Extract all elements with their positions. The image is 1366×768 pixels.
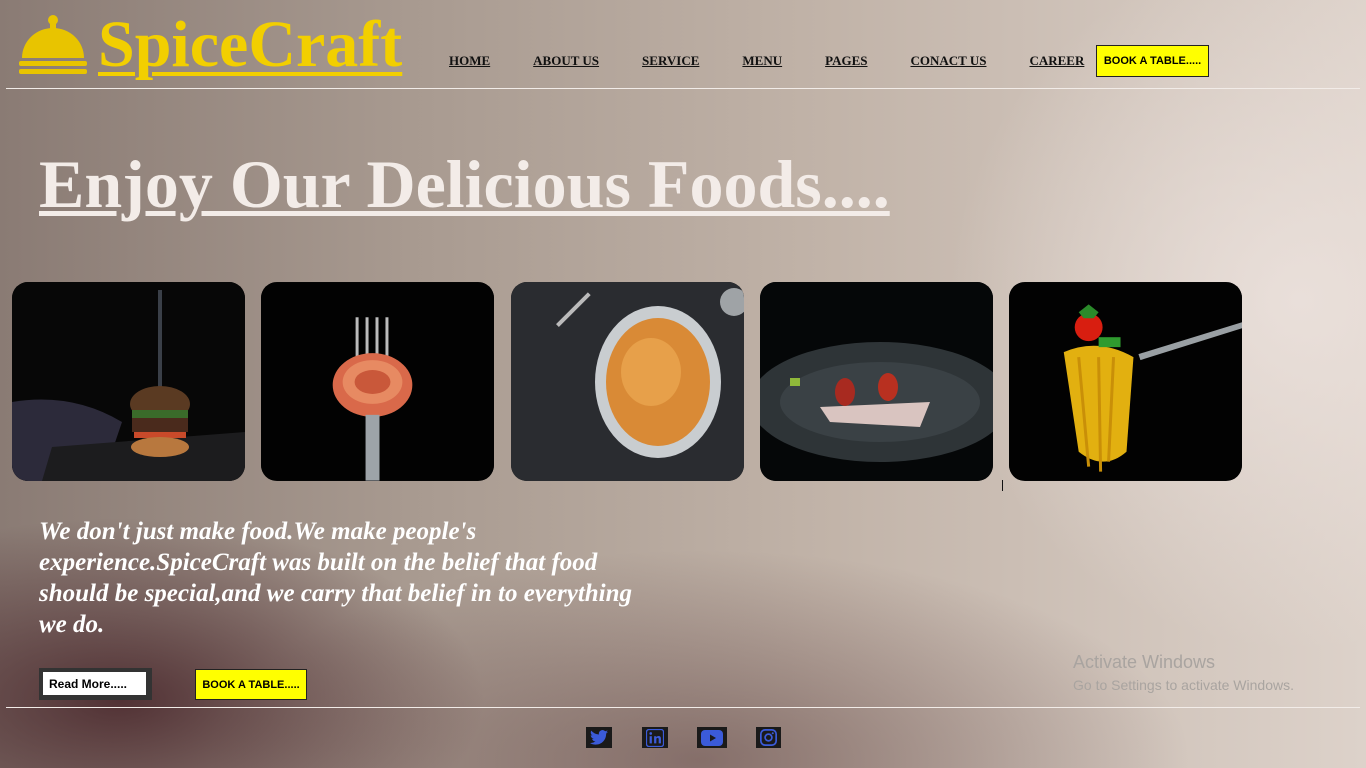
nav-home[interactable]: HOME [449, 53, 490, 69]
penne-plate-image [511, 282, 744, 481]
social-links [0, 727, 1366, 749]
text-cursor [1002, 480, 1003, 491]
shrimp-plate-image [760, 282, 993, 481]
header-divider [6, 88, 1360, 89]
instagram-icon[interactable] [756, 727, 781, 748]
brand-name: SpiceCraft [98, 8, 403, 81]
hero-book-table-button[interactable]: BOOK A TABLE..... [195, 669, 307, 700]
footer-divider [6, 707, 1360, 708]
nav-about-us[interactable]: ABOUT US [533, 53, 599, 69]
nav-pages[interactable]: PAGES [825, 53, 867, 69]
read-more-button[interactable]: Read More..... [39, 668, 152, 700]
hero-title: Enjoy Our Delicious Foods.... [39, 146, 890, 222]
main-nav: HOME ABOUT US SERVICE MENU PAGES CONACT … [449, 53, 1127, 69]
windows-activation-watermark: Activate Windows Go to Settings to activ… [1073, 651, 1294, 695]
twitter-icon[interactable] [586, 727, 612, 748]
burger-image [12, 282, 245, 481]
watermark-line1: Activate Windows [1073, 652, 1216, 672]
nav-book-table-button[interactable]: BOOK A TABLE..... [1096, 45, 1209, 77]
nav-service[interactable]: SERVICE [642, 53, 699, 69]
youtube-icon[interactable] [697, 727, 727, 748]
spaghetti-fork-image [261, 282, 494, 481]
nav-contact-us[interactable]: CONACT US [911, 53, 987, 69]
spaghetti-tomato-fork-image [1009, 282, 1242, 481]
linkedin-icon[interactable] [642, 727, 668, 748]
nav-career[interactable]: CAREER [1029, 53, 1084, 69]
watermark-line2: Go to Settings to activate Windows. [1073, 677, 1294, 693]
food-cloche-icon [18, 14, 88, 76]
nav-menu[interactable]: MENU [742, 53, 782, 69]
brand-logo[interactable]: SpiceCraft [18, 8, 403, 81]
hero-tagline: We don't just make food.We make people's… [39, 518, 633, 638]
